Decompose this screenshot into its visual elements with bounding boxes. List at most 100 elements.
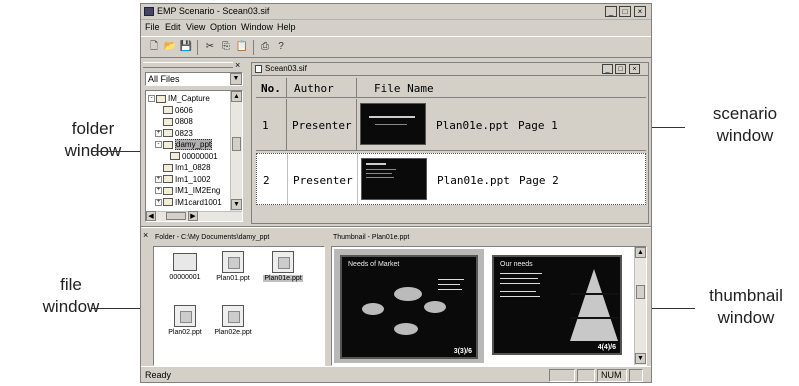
tree-item[interactable]: - IM_Capture [148,94,210,105]
pane-splitter[interactable] [141,226,651,228]
hscroll-thumb[interactable] [166,212,186,220]
header-file-name[interactable]: File Name [374,82,434,95]
ppt-file-icon [222,251,244,273]
tree-item[interactable]: 0808 [155,117,193,128]
expand-icon[interactable]: + [155,129,162,137]
title-bar: EMP Scenario - Scean03.sif _ □ × [141,4,651,20]
file-item[interactable]: Plan02e.ppt [208,305,258,336]
thumbnail-item-selected[interactable]: Needs of Market 3(3)/6 [334,249,484,363]
thumb-line [375,124,407,125]
cell-divider [286,99,287,151]
scenario-window: Scean03.sif _ □ × No. Author File Name 1… [251,62,649,224]
maximize-button[interactable]: □ [619,6,631,17]
header-no[interactable]: No. [261,82,281,95]
scroll-thumb[interactable] [232,137,241,151]
cut-icon[interactable]: ✂ [203,40,217,54]
scroll-right-arrow[interactable]: ▶ [188,211,198,221]
thumb-line [366,177,394,178]
collapse-icon[interactable]: - [148,95,155,103]
cell-divider [357,154,358,204]
menu-option[interactable]: Option [210,22,237,32]
folder-icon [163,106,173,115]
open-icon[interactable]: 📂 [163,40,177,54]
minimize-button[interactable]: _ [605,6,617,17]
table-row[interactable]: 1 Presenter Plan01e.ppt Page 1 [256,99,646,151]
file-item-folder[interactable]: 00000001 [160,253,210,281]
thumbnail-item[interactable]: Our needs 4(4)/6 [488,249,630,363]
folder-icon [163,175,173,184]
status-pane [629,369,643,382]
scenario-maximize-button[interactable]: □ [615,64,626,74]
menu-bar: File Edit View Option Window Help [141,21,651,35]
menu-file[interactable]: File [145,22,160,32]
tree-item[interactable]: + IM1_IM2Eng [155,186,220,197]
expand-icon[interactable]: + [155,175,162,183]
tree-scrollbar[interactable]: ▲ ▼ [230,91,242,211]
file-item[interactable]: Plan02.ppt [160,305,210,336]
tree-item[interactable]: 00000001 [162,152,218,163]
menu-view[interactable]: View [186,22,205,32]
toolbar: 🗋 📂 💾 ✂ ⎘ 📋 ⎙ ? [141,36,651,58]
tree-item[interactable]: 0606 [155,106,193,117]
thumbnail-list: Needs of Market 3(3)/6 Our needs 4(4)/6 … [331,246,647,366]
table-row[interactable]: 2 Presenter Plan01e.ppt Page 2 [256,153,646,205]
thumbnail-scrollbar[interactable]: ▲ ▼ [634,247,646,365]
file-item[interactable]: Plan01.ppt [208,251,258,282]
tree-item[interactable]: - damy_ppt [155,139,213,151]
tree-item[interactable]: + Im1_1002 [155,175,211,186]
collapse-icon[interactable]: - [155,141,162,149]
folder-icon [163,140,173,149]
menu-window[interactable]: Window [241,22,273,32]
cell-divider [287,154,288,204]
scroll-down-arrow[interactable]: ▼ [231,199,242,210]
slide-heading: Our needs [500,261,533,268]
pyramid-divider [570,293,618,295]
expand-icon[interactable]: + [155,187,162,195]
scenario-minimize-button[interactable]: _ [602,64,613,74]
tree-item[interactable]: +0823 [155,129,193,140]
thumb-line [438,284,460,285]
tree-item[interactable]: + IM1card1001 [155,198,222,209]
save-icon[interactable]: 💾 [179,40,193,54]
file-item-selected[interactable]: Plan01e.ppt [258,251,308,282]
slide-thumbnail: Our needs 4(4)/6 [492,255,622,355]
new-icon[interactable]: 🗋 [147,40,161,54]
callout-folder-window: folder window [64,119,122,160]
scroll-down-arrow[interactable]: ▼ [635,353,646,364]
file-item-label: Plan02e.ppt [214,329,252,336]
thumbnail-window: Thumbnail - Plan01e.ppt Needs of Market … [331,232,649,366]
scroll-thumb[interactable] [636,285,645,299]
scenario-close-button[interactable]: × [629,64,640,74]
tree-item[interactable]: Im1_0828 [155,163,211,174]
copy-icon[interactable]: ⎘ [219,40,233,54]
pyramid-shape [570,269,618,341]
header-author[interactable]: Author [294,82,334,95]
folder-window-close[interactable]: × [235,60,240,70]
folder-icon [163,117,173,126]
bottom-panel-close[interactable]: × [143,230,148,240]
paste-icon[interactable]: 📋 [235,40,249,54]
help-icon[interactable]: ? [274,40,288,54]
tree-item-label: 0606 [175,105,193,115]
print-icon[interactable]: ⎙ [258,40,272,54]
thumb-line [500,296,540,297]
thumb-line [500,291,536,292]
callout-thumbnail-window: thumbnail window [709,286,783,327]
row-file: Plan01e.ppt [437,174,510,187]
scroll-left-arrow[interactable]: ◀ [146,211,156,221]
cell-divider [356,99,357,151]
scroll-up-arrow[interactable]: ▲ [231,91,242,102]
chevron-down-icon[interactable]: ▼ [230,73,242,85]
menu-help[interactable]: Help [277,22,296,32]
expand-icon[interactable]: + [155,198,162,206]
filter-select[interactable]: All Files ▼ [145,72,243,86]
row-author: Presenter [293,174,353,187]
slide-thumbnail: Needs of Market 3(3)/6 [340,255,478,359]
menu-edit[interactable]: Edit [165,22,181,32]
file-item-label: Plan02.ppt [168,329,202,336]
filter-value: All Files [148,74,180,84]
scroll-up-arrow[interactable]: ▲ [635,247,646,258]
tree-hscrollbar[interactable]: ◀ ▶ [146,211,242,221]
close-button[interactable]: × [634,6,646,17]
folder-icon [163,129,173,138]
